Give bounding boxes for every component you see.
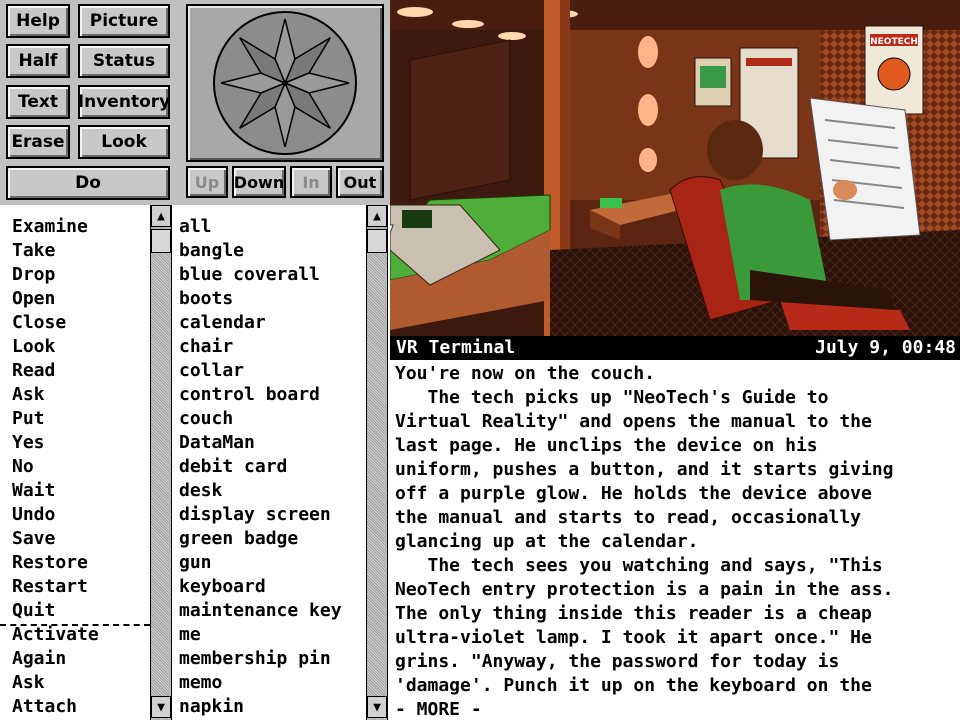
verb-item[interactable]: Ask bbox=[12, 671, 45, 695]
noun-item[interactable]: DataMan bbox=[179, 431, 255, 455]
down-button[interactable]: Down bbox=[232, 166, 286, 198]
noun-item[interactable]: maintenance key bbox=[179, 599, 342, 623]
poster-text: NEOTECH bbox=[870, 37, 918, 47]
narrative-line: NeoTech entry protection is a pain in th… bbox=[395, 579, 894, 600]
verb-item[interactable]: Close bbox=[12, 311, 66, 335]
room-name: VR Terminal bbox=[396, 337, 516, 358]
up-button[interactable]: Up bbox=[186, 166, 228, 198]
noun-item[interactable]: chair bbox=[179, 335, 233, 359]
verb-item[interactable]: Ask bbox=[12, 383, 45, 407]
scene-picture: NEOTECH bbox=[390, 0, 960, 336]
scroll-up-arrow-icon[interactable]: ▲ bbox=[151, 205, 171, 227]
noun-scrollbar[interactable]: ▲ ▼ bbox=[366, 205, 388, 720]
status-button[interactable]: Status bbox=[78, 44, 170, 78]
noun-item[interactable]: keyboard bbox=[179, 575, 266, 599]
picture-button[interactable]: Picture bbox=[78, 4, 170, 38]
noun-item[interactable]: boots bbox=[179, 287, 233, 311]
narrative-line: The tech picks up "NeoTech's Guide to bbox=[395, 387, 829, 408]
compass-rose[interactable] bbox=[186, 4, 384, 162]
inventory-button[interactable]: Inventory bbox=[78, 85, 170, 119]
verb-item[interactable]: Quit bbox=[12, 599, 55, 623]
status-bar: VR Terminal July 9, 00:48 bbox=[390, 336, 960, 360]
narrative-line: The tech sees you watching and says, "Th… bbox=[395, 555, 883, 576]
noun-item[interactable]: debit card bbox=[179, 455, 287, 479]
noun-item[interactable]: me bbox=[179, 623, 201, 647]
narrative-line: The only thing inside this reader is a c… bbox=[395, 603, 872, 624]
verb-item[interactable]: Undo bbox=[12, 503, 55, 527]
noun-item[interactable]: membership pin bbox=[179, 647, 331, 671]
narrative-line: glancing up at the calendar. bbox=[395, 531, 699, 552]
half-button[interactable]: Half bbox=[6, 44, 70, 78]
verb-item[interactable]: Attach bbox=[12, 695, 77, 719]
noun-item[interactable]: blue coverall bbox=[179, 263, 320, 287]
noun-item[interactable]: bangle bbox=[179, 239, 244, 263]
verb-item[interactable]: Take bbox=[12, 239, 55, 263]
scroll-down-arrow-icon[interactable]: ▼ bbox=[367, 696, 387, 718]
verb-item[interactable]: Examine bbox=[12, 215, 88, 239]
scroll-thumb[interactable] bbox=[367, 229, 387, 253]
narrative-line: uniform, pushes a button, and it starts … bbox=[395, 459, 894, 480]
verb-item[interactable]: Again bbox=[12, 647, 66, 671]
in-button[interactable]: In bbox=[290, 166, 332, 198]
look-button[interactable]: Look bbox=[78, 125, 170, 159]
narrative-line: ultra-violet lamp. I took it apart once.… bbox=[395, 627, 872, 648]
noun-item[interactable]: green badge bbox=[179, 527, 298, 551]
noun-item[interactable]: gun bbox=[179, 551, 212, 575]
noun-item[interactable]: all bbox=[179, 215, 212, 239]
verb-item[interactable]: Yes bbox=[12, 431, 45, 455]
help-button[interactable]: Help bbox=[6, 4, 70, 38]
verb-item[interactable]: Save bbox=[12, 527, 55, 551]
noun-item[interactable]: desk bbox=[179, 479, 222, 503]
verb-scrollbar[interactable]: ▲ ▼ bbox=[150, 205, 172, 720]
verb-list[interactable]: Examine Take Drop Open Close Look Read Ask Put Ye… bbox=[0, 205, 150, 720]
scroll-thumb[interactable] bbox=[151, 229, 171, 253]
narrative-line: grins. "Anyway, the password for today i… bbox=[395, 651, 840, 672]
noun-item[interactable]: calendar bbox=[179, 311, 266, 335]
narrative-line: 'damage'. Punch it up on the keyboard on… bbox=[395, 675, 872, 696]
noun-item[interactable]: collar bbox=[179, 359, 244, 383]
noun-item[interactable]: display screen bbox=[179, 503, 331, 527]
noun-item[interactable]: control board bbox=[179, 383, 320, 407]
verb-item[interactable]: Drop bbox=[12, 263, 55, 287]
verb-item[interactable]: Read bbox=[12, 359, 55, 383]
control-panel: Help Picture Half Status Text Inventory … bbox=[0, 0, 390, 205]
narrative-line: Virtual Reality" and opens the manual to… bbox=[395, 411, 872, 432]
verb-item[interactable]: Open bbox=[12, 287, 55, 311]
verb-item[interactable]: Activate bbox=[12, 623, 99, 647]
noun-item[interactable]: couch bbox=[179, 407, 233, 431]
game-date-time: July 9, 00:48 bbox=[815, 337, 956, 358]
do-button[interactable]: Do bbox=[6, 166, 170, 200]
scroll-down-arrow-icon[interactable]: ▼ bbox=[151, 696, 171, 718]
text-button[interactable]: Text bbox=[6, 85, 70, 119]
out-button[interactable]: Out bbox=[336, 166, 384, 198]
noun-item[interactable]: napkin bbox=[179, 695, 244, 719]
erase-button[interactable]: Erase bbox=[6, 125, 70, 159]
noun-list[interactable]: all bangle blue coverall boots calendar chair… bbox=[172, 205, 366, 720]
verb-item[interactable]: Put bbox=[12, 407, 45, 431]
verb-item[interactable]: Wait bbox=[12, 479, 55, 503]
compass-star-icon[interactable] bbox=[188, 6, 382, 160]
narrative-line: the manual and starts to read, occasiona… bbox=[395, 507, 861, 528]
verb-item[interactable]: Restart bbox=[12, 575, 88, 599]
scroll-up-arrow-icon[interactable]: ▲ bbox=[367, 205, 387, 227]
verb-item[interactable]: Restore bbox=[12, 551, 88, 575]
verb-item[interactable]: Look bbox=[12, 335, 55, 359]
narrative-line: You're now on the couch. bbox=[395, 363, 656, 384]
narrative-line: off a purple glow. He holds the device a… bbox=[395, 483, 872, 504]
narrative-text: You're now on the couch. The tech picks … bbox=[390, 360, 960, 720]
more-prompt[interactable]: - MORE - bbox=[395, 698, 482, 722]
narrative-line: last page. He unclips the device on his bbox=[395, 435, 818, 456]
noun-item[interactable]: memo bbox=[179, 671, 222, 695]
verb-item[interactable]: No bbox=[12, 455, 34, 479]
